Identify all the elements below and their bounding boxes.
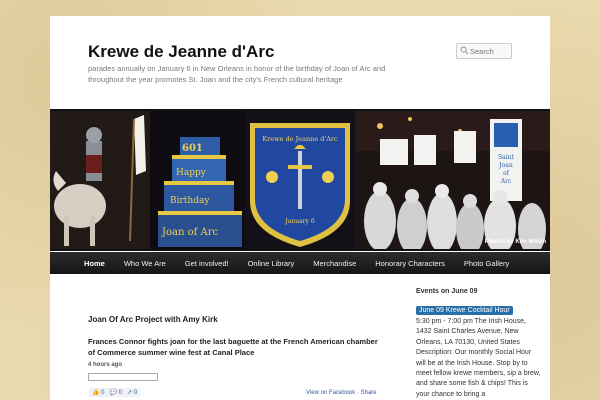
site-title[interactable]: Krewe de Jeanne d'Arc [88, 42, 274, 62]
facebook-links: View on Facebook · Share [306, 390, 377, 396]
svg-text:Krewe de Jeanne d'Arc: Krewe de Jeanne d'Arc [262, 135, 338, 143]
svg-text:Birthday: Birthday [170, 196, 210, 206]
svg-text:Joan: Joan [498, 162, 513, 169]
event-title[interactable]: June 09 Krewe Cocktail Hour [416, 306, 513, 315]
nav-item-honorary-characters[interactable]: Honorary Characters [375, 259, 445, 268]
svg-text:Happy: Happy [176, 168, 207, 178]
nav-item-get-involved[interactable]: Get involved! [185, 259, 229, 268]
main-navigation: Home Who We Are Get involved! Online Lib… [50, 252, 550, 274]
nav-item-merchandise[interactable]: Merchandise [313, 259, 356, 268]
svg-text:Saint: Saint [498, 154, 514, 161]
svg-text:January 6: January 6 [284, 218, 314, 225]
post-heading[interactable]: Frances Connor fights joan for the last … [88, 336, 383, 358]
site-description: parades annually on January 6 in New Orl… [88, 64, 386, 84]
view-on-facebook-link[interactable]: View on Facebook [306, 390, 355, 396]
photo-credit: Photos by Kim Welsh [484, 239, 546, 245]
events-heading: Events on June 09 [416, 288, 478, 295]
nav-item-photo-gallery[interactable]: Photo Gallery [464, 259, 509, 268]
search-icon [460, 46, 469, 55]
page-container: Krewe de Jeanne d'Arc parades annually o… [50, 16, 550, 400]
nav-item-who-we-are[interactable]: Who We Are [124, 259, 166, 268]
svg-text:601: 601 [182, 143, 203, 154]
separator-dot: · [356, 390, 359, 396]
comment-reaction[interactable]: 💬 0 [110, 389, 123, 396]
comment-box[interactable] [88, 373, 158, 381]
nav-item-home[interactable]: Home [84, 259, 105, 268]
search-box[interactable] [456, 43, 512, 59]
like-reaction[interactable]: 👍 0 [92, 389, 105, 396]
nav-item-online-library[interactable]: Online Library [248, 259, 295, 268]
post-time: 4 hours ago [88, 362, 123, 368]
svg-text:Arc: Arc [500, 178, 512, 185]
reaction-bar: 👍 0 💬 0 ↗ 0 [89, 388, 141, 397]
share-link[interactable]: Share [361, 390, 377, 396]
post-title: Joan Of Arc Project with Amy Kirk [88, 315, 218, 324]
events-sidebar: Events on June 09 June 09 Krewe Cocktail… [416, 288, 541, 400]
svg-text:Joan of Arc: Joan of Arc [161, 227, 219, 238]
comment-icon: 💬 [109, 390, 117, 396]
banner-image: 601 Happy Birthday Joan of Arc Krewe de … [50, 111, 550, 249]
search-input[interactable] [470, 45, 510, 57]
thumbs-up-icon: 👍 [92, 390, 100, 396]
share-icon: ↗ [127, 390, 133, 396]
event-body: 5:30 pm - 7:00 pm The Irish House, 1432 … [416, 318, 541, 398]
svg-text:of: of [503, 170, 510, 177]
header-banner: 601 Happy Birthday Joan of Arc Krewe de … [50, 109, 550, 251]
share-reaction[interactable]: ↗ 0 [127, 389, 137, 396]
